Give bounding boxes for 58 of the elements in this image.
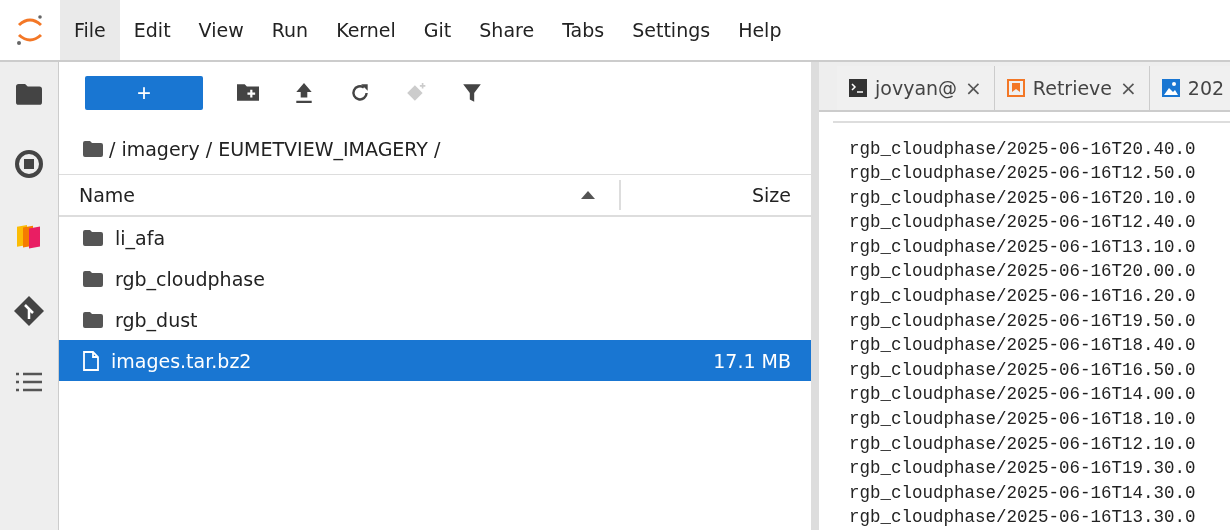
folder-icon bbox=[83, 141, 103, 157]
menu-item[interactable]: Help bbox=[724, 0, 796, 60]
terminal-line: rgb_cloudphase/2025-06-16T16.50.0 bbox=[849, 358, 1197, 382]
terminal-icon bbox=[849, 79, 867, 97]
menu-item[interactable]: Settings bbox=[618, 0, 725, 60]
list-icon[interactable] bbox=[16, 370, 42, 393]
folder-icon bbox=[83, 229, 103, 246]
file-row[interactable]: rgb_dust bbox=[59, 299, 811, 340]
terminal-line: rgb_cloudphase/2025-06-16T20.40.0 bbox=[849, 137, 1197, 161]
new-launcher-button[interactable]: + bbox=[85, 76, 203, 110]
filter-icon[interactable] bbox=[461, 82, 483, 104]
menu-item[interactable]: Kernel bbox=[322, 0, 410, 60]
menu-item[interactable]: Share bbox=[465, 0, 549, 60]
file-row[interactable]: images.tar.bz2 17.1 MB bbox=[59, 340, 811, 381]
terminal-line: rgb_cloudphase/2025-06-16T14.00.0 bbox=[849, 383, 1197, 407]
file-row[interactable]: rgb_cloudphase bbox=[59, 258, 811, 299]
menu-item[interactable]: File bbox=[60, 0, 120, 60]
terminal-line: rgb_cloudphase/2025-06-16T12.40.0 bbox=[849, 211, 1197, 235]
menu-item[interactable]: Edit bbox=[119, 0, 185, 60]
column-header[interactable]: Name bbox=[79, 184, 136, 206]
jupyter-logo[interactable] bbox=[15, 13, 45, 47]
terminal-line: rgb_cloudphase/2025-06-16T13.30.0 bbox=[849, 506, 1197, 530]
folder-icon bbox=[16, 84, 42, 105]
sort-caret-icon bbox=[581, 191, 595, 199]
terminal-line: rgb_cloudphase/2025-06-16T18.10.0 bbox=[849, 408, 1197, 432]
extension-icon[interactable] bbox=[15, 222, 43, 251]
new-folder-icon[interactable] bbox=[237, 82, 259, 104]
file-icon bbox=[83, 350, 99, 371]
file-row[interactable]: li_afa bbox=[59, 217, 811, 258]
file-name: rgb_cloudphase bbox=[115, 267, 265, 290]
refresh-icon[interactable] bbox=[349, 82, 371, 104]
folder-icon bbox=[83, 270, 103, 287]
file-name: images.tar.bz2 bbox=[111, 349, 252, 372]
git-icon[interactable] bbox=[13, 294, 45, 327]
menu-item[interactable]: Git bbox=[409, 0, 466, 60]
notebook-icon bbox=[1006, 79, 1025, 97]
column-header[interactable]: Size bbox=[621, 184, 811, 206]
terminal-line: rgb_cloudphase/2025-06-16T12.50.0 bbox=[849, 162, 1197, 186]
terminal-line: rgb_cloudphase/2025-06-16T20.00.0 bbox=[849, 260, 1197, 284]
file-name: li_afa bbox=[115, 226, 166, 249]
terminal-line: rgb_cloudphase/2025-06-16T18.40.0 bbox=[849, 334, 1197, 358]
image-icon bbox=[1161, 79, 1180, 97]
terminal-line: rgb_cloudphase/2025-06-16T20.10.0 bbox=[849, 186, 1197, 210]
breadcrumb-path[interactable]: / imagery / EUMETVIEW_IMAGERY / bbox=[109, 138, 441, 160]
file-size: 17.1 MB bbox=[713, 349, 792, 372]
menu-item[interactable]: Run bbox=[257, 0, 323, 60]
terminal-line: rgb_cloudphase/2025-06-16T13.10.0 bbox=[849, 235, 1197, 259]
stop-circle-icon[interactable] bbox=[14, 148, 44, 179]
terminal-line: rgb_cloudphase/2025-06-16T14.30.0 bbox=[849, 481, 1197, 505]
menu-item[interactable]: Tabs bbox=[548, 0, 619, 60]
terminal-line: rgb_cloudphase/2025-06-16T16.20.0 bbox=[849, 285, 1197, 309]
terminal-line: rgb_cloudphase/2025-06-16T19.50.0 bbox=[849, 309, 1197, 333]
upload-icon[interactable] bbox=[293, 82, 315, 104]
terminal-line: rgb_cloudphase/2025-06-16T12.10.0 bbox=[849, 432, 1197, 456]
terminal-line: rgb_cloudphase/2025-06-16T19.30.0 bbox=[849, 457, 1197, 481]
menu-item[interactable]: View bbox=[184, 0, 258, 60]
folder-icon bbox=[83, 311, 103, 328]
file-name: rgb_dust bbox=[115, 308, 198, 331]
